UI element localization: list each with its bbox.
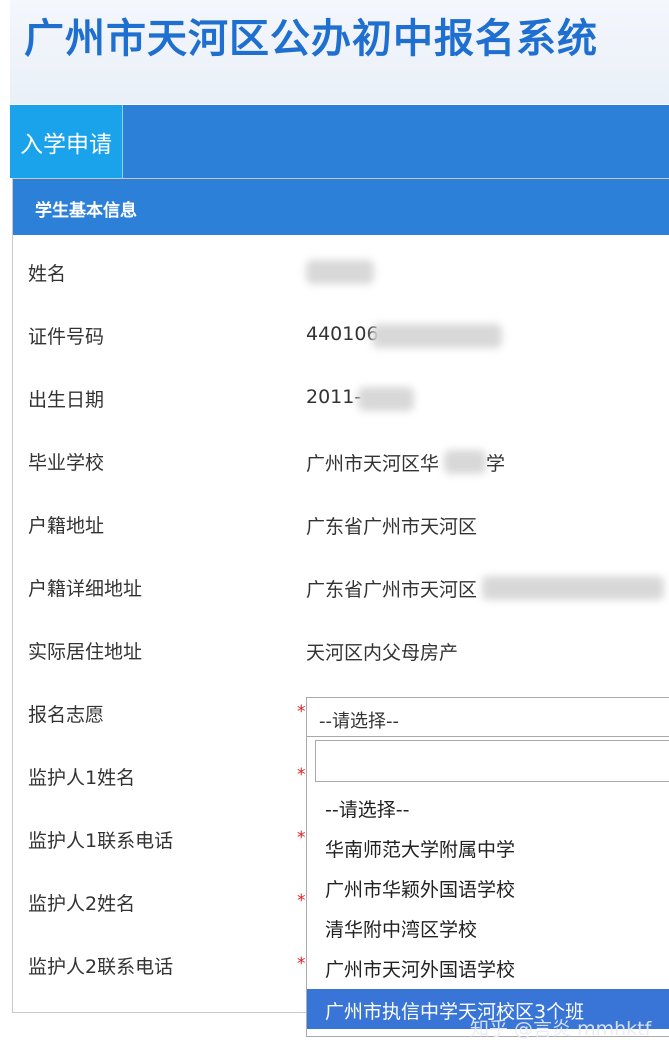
header-banner: 广州市天河区公办初中报名系统 — [10, 0, 669, 104]
value-birth-date: 2011- — [306, 386, 362, 408]
dropdown-option[interactable]: 华南师范大学附属中学 — [307, 827, 669, 867]
label-application-choice: 报名志愿 — [28, 704, 105, 726]
value-id-number: 440106 — [306, 323, 379, 345]
nav-bar: 入学申请 — [10, 105, 669, 178]
required-mark: * — [297, 702, 306, 722]
school-choice-select[interactable]: --请选择-- — [306, 697, 669, 737]
label-residence-address: 实际居住地址 — [28, 641, 143, 663]
value-household-detail-address: 广东省广州市天河区 — [306, 579, 478, 601]
label-id-number: 证件号码 — [28, 326, 105, 348]
dropdown-option[interactable]: 广州市天河外国语学校 — [307, 947, 669, 987]
dropdown-search-input[interactable] — [315, 740, 669, 782]
dropdown-option[interactable]: 广州市华颖外国语学校 — [307, 867, 669, 907]
label-guardian2-phone: 监护人2联系电话 — [28, 956, 174, 978]
label-household-address: 户籍地址 — [28, 515, 105, 537]
required-mark: * — [297, 828, 306, 848]
redacted-detail-address — [482, 576, 664, 600]
select-current-value: --请选择-- — [319, 711, 399, 732]
redacted-birth-date — [358, 387, 414, 411]
page-title: 广州市天河区公办初中报名系统 — [24, 16, 598, 62]
section-header: 学生基本信息 — [13, 179, 669, 235]
label-household-detail-address: 户籍详细地址 — [28, 578, 143, 600]
label-guardian1-name: 监护人1姓名 — [28, 767, 136, 789]
label-graduate-school: 毕业学校 — [28, 452, 105, 474]
section-title: 学生基本信息 — [35, 201, 137, 221]
redacted-name — [306, 260, 374, 284]
required-mark: * — [297, 765, 306, 785]
value-household-address: 广东省广州市天河区 — [306, 516, 478, 538]
redacted-school — [444, 450, 486, 474]
value-graduate-school-suffix: 学 — [486, 453, 506, 475]
required-mark: * — [297, 954, 306, 974]
watermark: 知乎 @言炎 mmhktf — [470, 1018, 652, 1040]
redacted-id-number — [372, 324, 502, 348]
label-name: 姓名 — [28, 263, 67, 285]
tab-apply[interactable]: 入学申请 — [10, 105, 123, 178]
label-guardian1-phone: 监护人1联系电话 — [28, 830, 174, 852]
school-choice-dropdown: --请选择-- 华南师范大学附属中学 广州市华颖外国语学校 清华附中湾区学校 广… — [306, 737, 669, 1037]
dropdown-option[interactable]: 清华附中湾区学校 — [307, 907, 669, 947]
value-residence-address: 天河区内父母房产 — [306, 642, 459, 664]
required-mark: * — [297, 891, 306, 911]
label-guardian2-name: 监护人2姓名 — [28, 893, 136, 915]
label-birth-date: 出生日期 — [28, 389, 105, 411]
value-graduate-school: 广州市天河区华 — [306, 453, 440, 475]
dropdown-option[interactable]: --请选择-- — [307, 787, 669, 827]
